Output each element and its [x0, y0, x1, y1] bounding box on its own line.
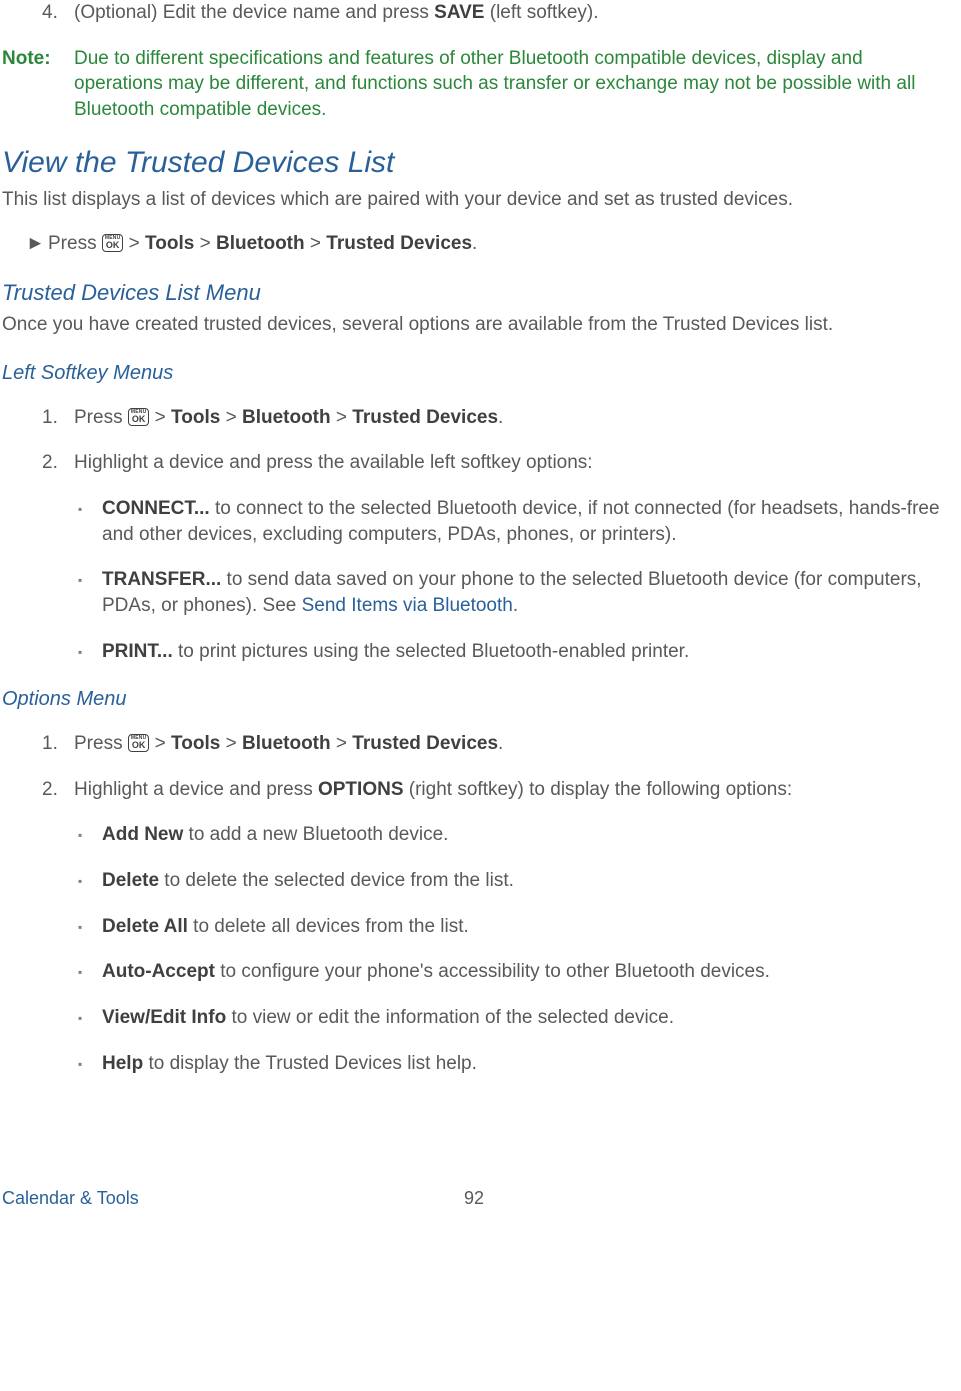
heading-options-menu: Options Menu: [2, 686, 946, 713]
delete-label: Delete: [102, 870, 159, 891]
menu-ok-key-icon: MENUOK: [128, 734, 150, 752]
options-label: OPTIONS: [318, 779, 404, 800]
text: Press: [74, 407, 128, 428]
page-footer: Calendar & Tools 92: [2, 1186, 946, 1216]
paragraph: This list displays a list of devices whi…: [2, 187, 946, 213]
text: Press: [74, 733, 128, 754]
text: .: [498, 407, 503, 428]
text: >: [149, 407, 171, 428]
auto-accept-label: Auto-Accept: [102, 961, 215, 982]
list-item: Delete to delete the selected device fro…: [102, 868, 946, 894]
list-item: 2.Highlight a device and press OPTIONS (…: [42, 777, 946, 803]
list-item: CONNECT... to connect to the selected Bl…: [102, 496, 946, 547]
help-label: Help: [102, 1053, 143, 1074]
text: >: [305, 233, 327, 254]
list-number: 1.: [42, 731, 74, 757]
nav-trusted: Trusted Devices: [352, 407, 498, 428]
text: .: [498, 733, 503, 754]
list-number: 2.: [42, 777, 74, 803]
text: .: [513, 595, 518, 616]
text: to add a new Bluetooth device.: [183, 824, 448, 845]
text: >: [220, 407, 242, 428]
delete-all-label: Delete All: [102, 916, 188, 937]
nav-tools: Tools: [145, 233, 194, 254]
list-item: 1.Press MENUOK > Tools > Bluetooth > Tru…: [42, 405, 946, 431]
left-softkey-bullets: CONNECT... to connect to the selected Bl…: [2, 496, 946, 664]
add-new-label: Add New: [102, 824, 183, 845]
nav-trusted: Trusted Devices: [326, 233, 472, 254]
footer-section: Calendar & Tools: [2, 1188, 139, 1208]
note-body: Due to different specifications and feat…: [74, 46, 946, 123]
nav-tools: Tools: [171, 407, 220, 428]
top-ordered-list: 4.(Optional) Edit the device name and pr…: [2, 0, 946, 26]
list-item: 4.(Optional) Edit the device name and pr…: [42, 0, 946, 26]
list-number: 4.: [42, 0, 74, 26]
page-number: 92: [464, 1186, 484, 1210]
text: Highlight a device and press: [74, 779, 318, 800]
text: to configure your phone's accessibility …: [215, 961, 770, 982]
text: to delete the selected device from the l…: [159, 870, 514, 891]
list-item: TRANSFER... to send data saved on your p…: [102, 567, 946, 618]
menu-ok-key-icon: MENUOK: [102, 234, 124, 252]
text: Highlight a device and press the availab…: [74, 452, 593, 473]
text: >: [194, 233, 216, 254]
nav-bluetooth: Bluetooth: [216, 233, 305, 254]
text: to print pictures using the selected Blu…: [173, 641, 690, 662]
text: (Optional) Edit the device name and pres…: [74, 2, 434, 23]
options-steps: 1.Press MENUOK > Tools > Bluetooth > Tru…: [2, 731, 946, 802]
text: >: [220, 733, 242, 754]
list-item: PRINT... to print pictures using the sel…: [102, 639, 946, 665]
text: (left softkey).: [484, 2, 598, 23]
paragraph: Once you have created trusted devices, s…: [2, 312, 946, 338]
options-bullets: Add New to add a new Bluetooth device. D…: [2, 822, 946, 1076]
list-number: 1.: [42, 405, 74, 431]
text: (right softkey) to display the following…: [404, 779, 793, 800]
text: >: [331, 733, 353, 754]
heading-left-softkey: Left Softkey Menus: [2, 360, 946, 387]
menu-ok-key-icon: MENUOK: [128, 408, 150, 426]
print-label: PRINT...: [102, 641, 173, 662]
text: Press: [48, 233, 102, 254]
list-item: Delete All to delete all devices from th…: [102, 914, 946, 940]
nav-instruction: ►Press MENUOK > Tools > Bluetooth > Trus…: [26, 231, 946, 257]
heading-view-trusted: View the Trusted Devices List: [2, 143, 946, 184]
text: >: [123, 233, 145, 254]
note-label: Note:: [2, 46, 74, 123]
list-item: Help to display the Trusted Devices list…: [102, 1051, 946, 1077]
text: .: [472, 233, 477, 254]
arrow-icon: ►: [26, 231, 48, 257]
text: to display the Trusted Devices list help…: [143, 1053, 477, 1074]
text: to connect to the selected Bluetooth dev…: [102, 498, 940, 545]
transfer-label: TRANSFER...: [102, 569, 221, 590]
nav-bluetooth: Bluetooth: [242, 733, 331, 754]
note-block: Note: Due to different specifications an…: [2, 46, 946, 123]
text: >: [331, 407, 353, 428]
view-edit-label: View/Edit Info: [102, 1007, 226, 1028]
nav-tools: Tools: [171, 733, 220, 754]
nav-bluetooth: Bluetooth: [242, 407, 331, 428]
list-item: 2.Highlight a device and press the avail…: [42, 450, 946, 476]
send-items-link[interactable]: Send Items via Bluetooth: [302, 595, 513, 616]
heading-trusted-menu: Trusted Devices List Menu: [2, 278, 946, 308]
text: >: [149, 733, 171, 754]
text: to view or edit the information of the s…: [226, 1007, 674, 1028]
text: to delete all devices from the list.: [188, 916, 469, 937]
list-item: Add New to add a new Bluetooth device.: [102, 822, 946, 848]
list-item: View/Edit Info to view or edit the infor…: [102, 1005, 946, 1031]
nav-trusted: Trusted Devices: [352, 733, 498, 754]
list-item: Auto-Accept to configure your phone's ac…: [102, 959, 946, 985]
left-softkey-steps: 1.Press MENUOK > Tools > Bluetooth > Tru…: [2, 405, 946, 476]
list-item: 1.Press MENUOK > Tools > Bluetooth > Tru…: [42, 731, 946, 757]
connect-label: CONNECT...: [102, 498, 210, 519]
save-label: SAVE: [434, 2, 484, 23]
list-number: 2.: [42, 450, 74, 476]
